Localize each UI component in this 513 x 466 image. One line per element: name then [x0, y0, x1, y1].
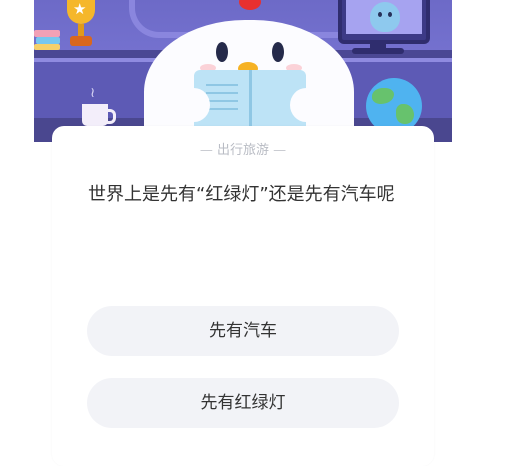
answer-option-car-first[interactable]: 先有汽车: [87, 306, 399, 356]
answer-option-traffic-light-first[interactable]: 先有红绿灯: [87, 378, 399, 428]
question-text: 世界上是先有“红绿灯”还是先有汽车呢: [88, 184, 395, 205]
chicken-mascot: [144, 0, 354, 142]
trophy-icon: ★: [64, 0, 98, 50]
header-illustration: ★ ≀: [34, 0, 452, 142]
divider-right: —: [269, 143, 287, 158]
category-text: 出行旅游: [216, 143, 269, 158]
mug-icon: [82, 104, 116, 126]
category-label: — 出行旅游 —: [52, 142, 434, 160]
monitor-base: [352, 48, 404, 54]
divider-left: —: [199, 143, 217, 158]
quiz-card: — 出行旅游 — 世界上是先有“红绿灯”还是先有汽车呢 先有汽车 先有红绿灯: [52, 126, 434, 466]
steam-icon: ≀: [90, 85, 96, 101]
